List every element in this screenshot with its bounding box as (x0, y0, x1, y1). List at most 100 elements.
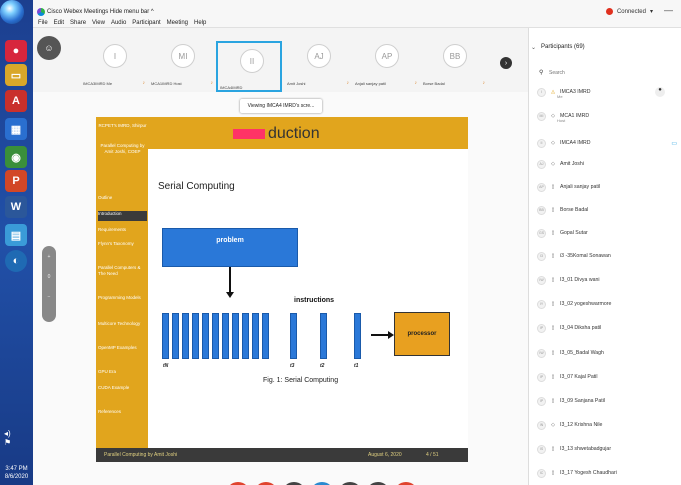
participant-role: Host (557, 118, 566, 123)
participant-name: I3_12 Krishna Nile (560, 422, 603, 428)
participant-row[interactable]: IC ▯ I3_17 Yogesh Chaudhari (537, 466, 677, 480)
instruction-bar (252, 313, 259, 359)
slide-nav-item[interactable]: Outline (98, 195, 147, 201)
participant-row[interactable]: IP ▯ I3_04 Diksha patil (537, 321, 677, 335)
clock-date: 8/6/2020 (4, 474, 29, 480)
slide-nav-item[interactable]: OpenMP Examples (98, 345, 147, 351)
pdf-icon[interactable]: A (5, 90, 27, 112)
instruction-bar (212, 313, 219, 359)
menu-meeting[interactable]: Meeting (167, 20, 188, 26)
start-button[interactable] (0, 0, 24, 24)
participant-row[interactable]: IS ▯ I3_13 shwetabadgujar (537, 442, 677, 456)
time-label: t3 (290, 363, 295, 369)
webex-taskbar-icon[interactable]: ◐ (5, 250, 27, 272)
avatar: BB (443, 44, 467, 68)
participant-row[interactable]: I ◬ IMCA3 IMRD Me ● (537, 85, 677, 99)
menu-participant[interactable]: Participant (132, 20, 160, 26)
participant-row[interactable]: AP ▯ Anjali sanjay patil (537, 180, 677, 194)
windows-explorer-icon[interactable]: ▤ (5, 224, 27, 246)
participant-tile[interactable]: I IMCA3IMRD Me ♪ (81, 34, 147, 86)
slide-nav-item[interactable]: Parallel Computers & The Need (98, 265, 147, 277)
app-icon[interactable]: ▦ (5, 118, 27, 140)
minimize-button[interactable]: — (664, 5, 673, 15)
participant-row[interactable]: IP ▯ I3_07 Kajal Patil (537, 370, 677, 384)
media-icon[interactable]: ◉ (5, 146, 27, 168)
instruction-bar (172, 313, 179, 359)
slide-title: duction (268, 125, 320, 142)
processor-box: processor (394, 312, 450, 356)
participant-row[interactable]: IW ▯ I3_01 Divya wani (537, 273, 677, 287)
participant-row[interactable]: II ◇ IMCA4 IMRD ▭ (537, 136, 677, 150)
taskbar-clock[interactable]: 3:47 PM 8/6/2020 (0, 465, 33, 481)
instruction-bar (354, 313, 361, 359)
speaker-icon[interactable]: ◂) (4, 429, 30, 438)
participant-row[interactable]: IN ◇ I3_12 Krishna Nile (537, 418, 677, 432)
participant-row[interactable]: I3 ▯ i3 -35Komal Sonawan (537, 249, 677, 263)
mic-muted-icon: ♪ (142, 80, 146, 86)
participant-row[interactable]: AJ ◇ Amit Joshi (537, 157, 677, 171)
mic-icon[interactable]: ● (655, 87, 665, 97)
self-view-avatar[interactable]: ☺ (37, 36, 61, 60)
video-filmstrip: ☺ I IMCA3IMRD Me ♪ MI MCA1IMRD Host ♪ II… (33, 28, 528, 92)
participant-name: I3_02 yogeshwarmore (560, 301, 612, 307)
zoom-out-button[interactable]: − (42, 294, 56, 300)
slide-sidebar-title: RCPET's IMRD, Shirpur (98, 123, 147, 128)
word-icon[interactable]: W (5, 196, 27, 218)
zoom-controls: + 0 − (42, 246, 56, 322)
participants-search-input[interactable] (549, 66, 681, 80)
slide-nav-item-current[interactable]: Introduction (98, 211, 147, 221)
phone-icon: ▯ (551, 398, 555, 404)
folder-icon[interactable]: ▭ (5, 64, 27, 86)
slide-nav-item[interactable]: References (98, 409, 147, 415)
slide-nav-item[interactable]: Programming Models (98, 295, 147, 301)
participant-name: Borse Badal (560, 207, 589, 213)
app-title[interactable]: Cisco Webex Meetings Hide menu bar ^ (47, 9, 154, 15)
avatar: I3 (537, 251, 546, 261)
menu-file[interactable]: File (38, 20, 48, 26)
participant-tile[interactable]: MI MCA1IMRD Host ♪ (149, 34, 215, 86)
menu-edit[interactable]: Edit (54, 20, 64, 26)
participant-row[interactable]: MI ◇ MCA1 IMRD Host (537, 109, 677, 123)
participant-name: I3_04 Diksha patil (560, 325, 602, 331)
participant-tile[interactable]: BB Borse Badal ♪ (421, 34, 487, 86)
participant-name: I3_07 Kajal Patil (560, 374, 598, 380)
participant-tile-active-speaker[interactable]: II IMCA4IMRD (216, 41, 282, 92)
menu-help[interactable]: Help (194, 20, 206, 26)
slide-nav-item[interactable]: Multicore Technology (98, 321, 147, 327)
participant-tile[interactable]: AJ Amit Joshi ♪ (285, 34, 351, 86)
participant-row[interactable]: IY ▯ I3_02 yogeshwarmore (537, 297, 677, 311)
filmstrip-next-button[interactable]: › (500, 57, 512, 69)
slide-nav-item[interactable]: Flynn's Taxonomy (98, 241, 147, 247)
slide-nav-item[interactable]: CUDA Example (98, 385, 147, 391)
participant-row[interactable]: GS ▯ Gopal Sutar (537, 226, 677, 240)
participant-row[interactable]: BB ▯ Borse Badal (537, 203, 677, 217)
instruction-bar (242, 313, 249, 359)
time-label: t2 (320, 363, 325, 369)
participant-row[interactable]: IW ▯ I3_05_Badal Wagh (537, 346, 677, 360)
collapse-panel-icon[interactable]: ⌄ (531, 44, 536, 51)
phone-icon: ▯ (551, 446, 555, 452)
participant-row[interactable]: IP ▯ I3_09 Sanjana Patil (537, 394, 677, 408)
clock-time: 3:47 PM (5, 466, 28, 472)
menu-audio[interactable]: Audio (111, 20, 126, 26)
tile-label: Borse Badal (423, 81, 445, 86)
instruction-bar (320, 313, 327, 359)
avatar: IP (537, 323, 546, 333)
slide-nav-item[interactable]: GPU Era (98, 369, 147, 375)
connection-status[interactable]: Connected ▾ (605, 8, 653, 15)
chrome-icon[interactable]: ● (5, 40, 27, 62)
flag-icon[interactable]: ⚑ (4, 438, 30, 447)
slide-footer: Parallel Computing by Amit Joshi August … (96, 448, 468, 462)
phone-icon: ▯ (551, 184, 555, 190)
menu-share[interactable]: Share (70, 20, 86, 26)
slide-nav-item[interactable]: Requirements (98, 227, 147, 233)
section-title: Serial Computing (158, 181, 235, 192)
mic-muted-icon: ♪ (482, 80, 486, 86)
powerpoint-icon[interactable]: P (5, 170, 27, 192)
search-icon: ⚲ (539, 70, 544, 76)
phone-icon: ▯ (551, 277, 555, 283)
instruction-bar (232, 313, 239, 359)
menu-view[interactable]: View (92, 20, 105, 26)
zoom-in-button[interactable]: + (42, 254, 56, 260)
participant-tile[interactable]: AP Anjali sanjay patil ♪ (353, 34, 419, 86)
